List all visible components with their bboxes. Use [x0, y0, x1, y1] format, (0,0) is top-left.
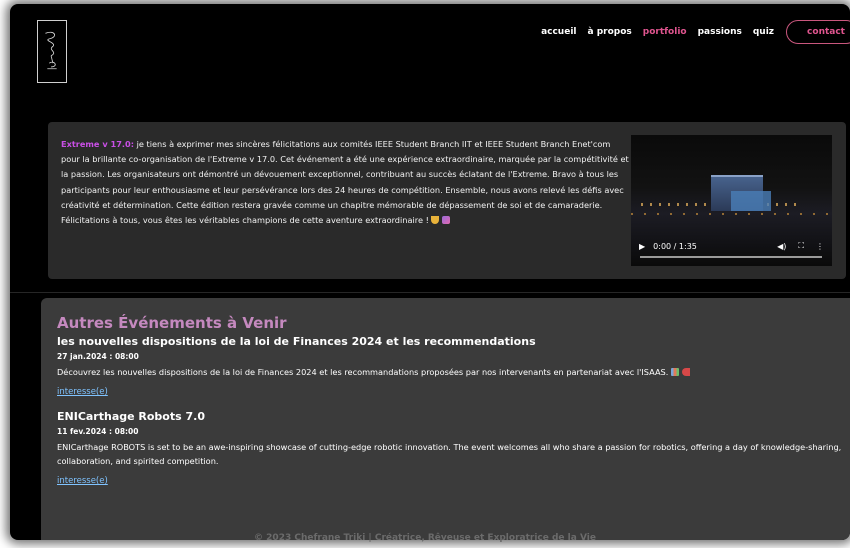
- browser-viewport: accueil à propos portfolio passions quiz…: [10, 4, 850, 540]
- footer-copyright: © 2023 Chefrane Triki | Créatrice, Rêveu…: [254, 533, 596, 543]
- nav-accueil[interactable]: accueil: [541, 27, 576, 37]
- trophy-icon: [431, 216, 440, 225]
- megaphone-icon: [681, 368, 690, 376]
- feature-highlight: Extreme v 17.0:: [61, 139, 134, 149]
- event-title: ENICarthage Robots 7.0: [57, 410, 205, 423]
- nav-passions[interactable]: passions: [698, 27, 742, 37]
- video-frame-street: [631, 213, 832, 215]
- main-nav: accueil à propos portfolio passions quiz…: [530, 18, 850, 46]
- event-description: Découvrez les nouvelles dispositions de …: [57, 365, 842, 379]
- nav-a-propos[interactable]: à propos: [588, 27, 632, 37]
- section-divider: [10, 292, 850, 293]
- party-icon: [442, 216, 451, 225]
- event-date: 11 fev.2024 : 08:00: [57, 427, 139, 436]
- nav-portfolio[interactable]: portfolio: [643, 27, 687, 37]
- video-player[interactable]: ▶ 0:00 / 1:35 ◀) ⛶ ⋮: [631, 135, 832, 266]
- signature-logo-icon: [45, 31, 57, 70]
- feature-text: Extreme v 17.0: je tiens à exprimer mes …: [61, 137, 629, 228]
- volume-icon[interactable]: ◀): [777, 242, 786, 251]
- event-item: les nouvelles dispositions de la loi de …: [57, 335, 842, 398]
- event-description: ENICarthage ROBOTS is set to be an awe-i…: [57, 442, 842, 466]
- events-section-title: Autres Événements à Venir: [57, 314, 287, 332]
- site-logo[interactable]: [37, 20, 67, 83]
- nav-quiz[interactable]: quiz: [753, 27, 774, 37]
- event-date: 27 jan.2024 : 08:00: [57, 352, 139, 361]
- contact-button[interactable]: contact: [786, 20, 850, 44]
- event-description-text: Découvrez les nouvelles dispositions de …: [57, 367, 669, 377]
- chart-icon: [670, 368, 679, 376]
- event-title: les nouvelles dispositions de la loi de …: [57, 335, 536, 348]
- video-progress-bar[interactable]: [640, 256, 822, 258]
- interested-link[interactable]: interesse(e): [57, 387, 108, 397]
- video-controls: ▶ 0:00 / 1:35 ◀) ⛶ ⋮: [631, 226, 832, 266]
- play-icon[interactable]: ▶: [639, 242, 645, 251]
- video-time: 0:00 / 1:35: [653, 241, 697, 251]
- feature-body: je tiens à exprimer mes sincères félicit…: [61, 139, 629, 226]
- more-options-icon[interactable]: ⋮: [816, 242, 824, 251]
- event-item: ENICarthage Robots 7.0 11 fev.2024 : 08:…: [57, 410, 842, 487]
- interested-link[interactable]: interesse(e): [57, 476, 108, 486]
- fullscreen-icon[interactable]: ⛶: [798, 241, 804, 251]
- video-frame-screen: [731, 191, 771, 211]
- extreme-feature-card: Extreme v 17.0: je tiens à exprimer mes …: [48, 122, 846, 279]
- upcoming-events-card: Autres Événements à Venir les nouvelles …: [41, 298, 850, 540]
